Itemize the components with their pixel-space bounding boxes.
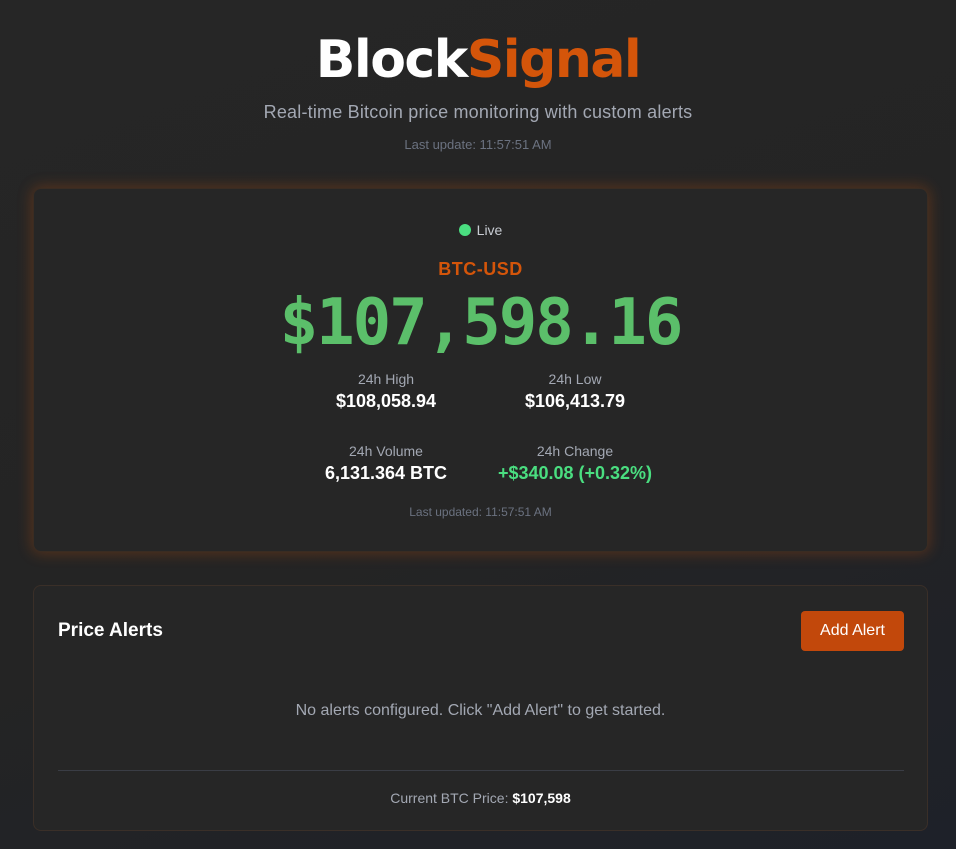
stat-24h-change: 24h Change +$340.08 (+0.32%) (475, 443, 675, 484)
header-last-update: Last update: 11:57:51 AM (404, 137, 552, 152)
current-price-value: $107,598 (512, 790, 571, 806)
current-btc-price: Current BTC Price: $107,598 (34, 790, 927, 806)
alerts-card: Price Alerts Add Alert No alerts configu… (33, 585, 928, 831)
live-label: Live (476, 222, 503, 238)
brand-logo: BlockSignal (0, 28, 956, 92)
live-status: Live (34, 222, 927, 238)
stat-label: 24h Low (548, 371, 602, 387)
stat-value: $106,413.79 (524, 391, 626, 411)
stat-label: 24h High (357, 371, 415, 387)
current-price: $107,598.16 (279, 286, 684, 360)
empty-alerts-message: No alerts configured. Click "Add Alert" … (295, 702, 666, 719)
live-dot-icon (458, 224, 471, 236)
stat-24h-low: 24h Low $106,413.79 (475, 371, 675, 412)
trading-pair: BTC-USD (438, 259, 523, 279)
stat-value: 6,131.364 BTC (324, 463, 448, 483)
card-last-updated: Last updated: 11:57:51 AM (409, 505, 552, 519)
current-price-label: Current BTC Price: (390, 790, 509, 806)
divider (58, 770, 904, 771)
tagline: Real-time Bitcoin price monitoring with … (263, 102, 693, 122)
add-alert-button[interactable]: Add Alert (801, 611, 904, 651)
stat-value: $108,058.94 (335, 391, 437, 411)
brand-signal: Signal (466, 30, 642, 90)
price-card: Live BTC-USD $107,598.16 24h High $108,0… (33, 188, 928, 552)
stat-24h-high: 24h High $108,058.94 (286, 371, 486, 412)
stat-value: +$340.08 (+0.32%) (497, 463, 653, 483)
stat-label: 24h Change (536, 443, 614, 459)
brand-block: Block (315, 30, 469, 90)
stat-label: 24h Volume (349, 443, 423, 459)
alerts-title: Price Alerts (58, 620, 163, 641)
stat-24h-volume: 24h Volume 6,131.364 BTC (286, 443, 486, 484)
